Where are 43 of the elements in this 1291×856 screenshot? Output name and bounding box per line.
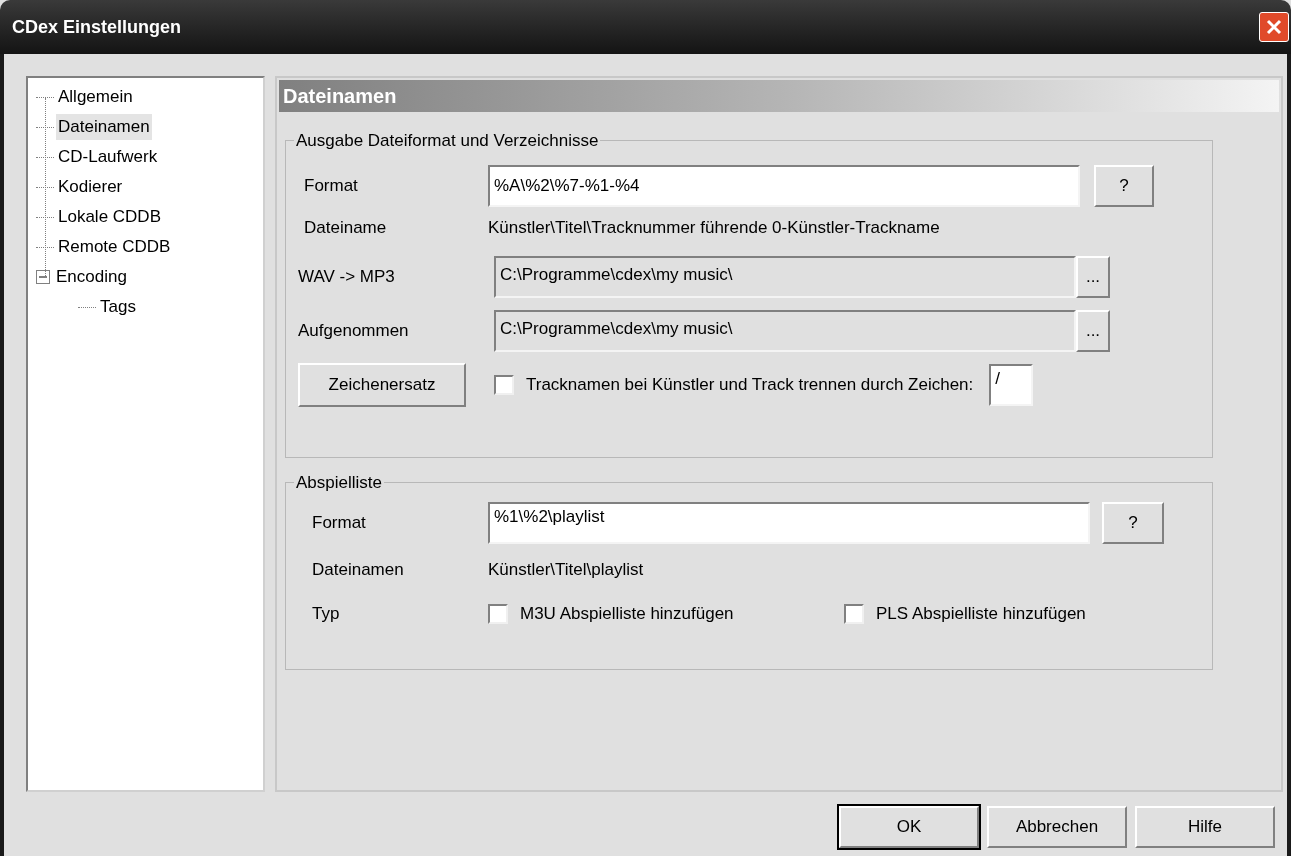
field-label: Format	[303, 174, 359, 197]
help-button[interactable]: ?	[1094, 164, 1154, 207]
help-button[interactable]: ?	[1102, 501, 1164, 544]
close-icon	[1265, 18, 1283, 36]
tree-item[interactable]: Tags	[98, 294, 138, 320]
checkbox[interactable]	[488, 603, 508, 624]
field-label: WAV -> MP3	[298, 265, 396, 288]
tree-item[interactable]: CD-Laufwerk	[56, 144, 160, 170]
checkbox-label: M3U Abspielliste hinzufügen	[520, 602, 734, 625]
replace-button[interactable]: Zeichenersatz	[298, 362, 466, 407]
window-title: CDex Einstellungen	[12, 15, 182, 39]
field-label: Format	[311, 511, 367, 534]
browse-button[interactable]: ...	[1076, 309, 1110, 352]
field-label: Dateinamen	[311, 558, 405, 581]
group-legend: Abspielliste	[294, 470, 384, 496]
checkbox[interactable]	[494, 374, 514, 395]
dialog-button[interactable]: OK	[839, 806, 979, 848]
group-legend: Ausgabe Dateiformat und Verzeichnisse	[294, 128, 601, 154]
format-field[interactable]: %1\%2\playlist	[488, 501, 1090, 544]
filename-preview: Künstler\Titel\playlist	[488, 558, 644, 581]
field-label: Dateiname	[303, 216, 388, 239]
tree-item[interactable]: Encoding	[54, 264, 129, 290]
close-button[interactable]	[1259, 12, 1289, 42]
tree-item[interactable]: Dateinamen	[56, 114, 152, 140]
browse-button[interactable]: ...	[1076, 255, 1110, 298]
tree-item[interactable]: Remote CDDB	[56, 234, 173, 260]
checkbox[interactable]	[844, 603, 864, 624]
field-label: Aufgenommen	[298, 319, 410, 342]
tree-item[interactable]: Kodierer	[56, 174, 125, 200]
dialog-button[interactable]: Hilfe	[1135, 806, 1275, 848]
tree-item[interactable]: Allgemein	[56, 84, 135, 110]
format-field[interactable]: %A\%2\%7-%1-%4	[488, 164, 1080, 207]
collapse-icon[interactable]	[36, 270, 50, 284]
tree-item[interactable]: Lokale CDDB	[56, 204, 163, 230]
panel-title: Dateinamen	[283, 84, 397, 109]
field-label: Typ	[311, 602, 341, 625]
dialog-button[interactable]: Abbrechen	[987, 806, 1127, 848]
checkbox-label: Tracknamen bei Künstler und Track trennen durch Zeichen:	[526, 373, 974, 396]
path-field[interactable]: C:\Programme\cdex\my music\	[494, 255, 1076, 298]
filename-preview: Künstler\Titel\Tracknummer führende 0-Künstler-Trackname	[488, 216, 940, 239]
path-field[interactable]: C:\Programme\cdex\my music\	[494, 309, 1076, 352]
checkbox-label: PLS Abspielliste hinzufügen	[876, 602, 1086, 625]
separator-field[interactable]: /	[989, 363, 1034, 406]
